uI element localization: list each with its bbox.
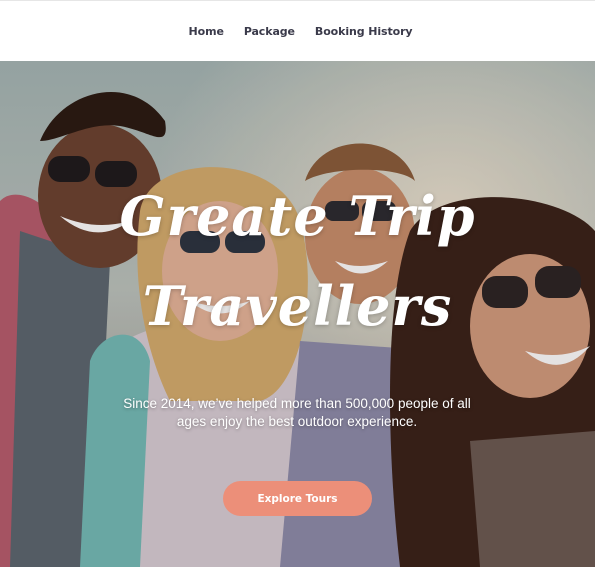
explore-tours-button[interactable]: Explore Tours	[223, 481, 372, 516]
nav-link-home[interactable]: Home	[189, 25, 224, 38]
hero-title-line-2: Travellers	[142, 274, 453, 338]
main-nav: Home Package Booking History	[189, 25, 413, 38]
nav-link-package[interactable]: Package	[244, 25, 295, 38]
hero-title-line-1: Greate Trip	[119, 184, 476, 248]
nav-link-booking-history[interactable]: Booking History	[315, 25, 413, 38]
hero-section: Greate Trip Travellers Since 2014, we’ve…	[0, 61, 595, 567]
top-navbar: Home Package Booking History	[0, 0, 595, 61]
hero-subtitle: Since 2014, we’ve helped more than 500,0…	[123, 396, 471, 429]
